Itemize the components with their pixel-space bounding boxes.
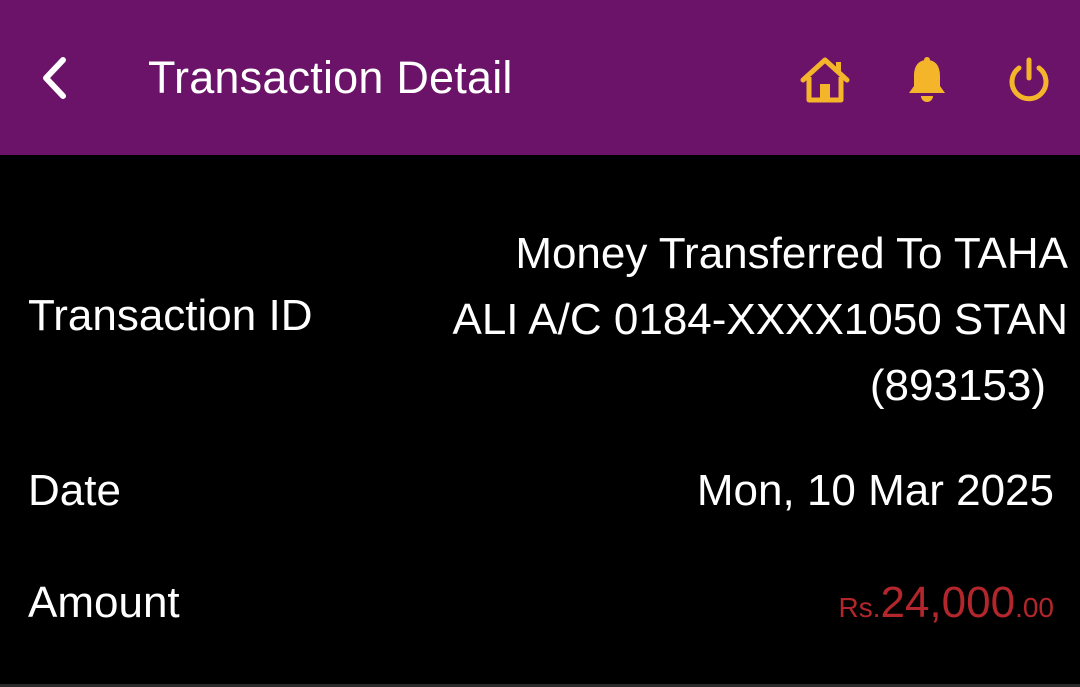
date-value: Mon, 10 Mar 2025 xyxy=(696,466,1054,515)
notifications-button[interactable] xyxy=(899,52,955,108)
transaction-id-value-line: ALI A/C 0184-XXXX1050 STAN xyxy=(452,295,1068,344)
date-label: Date xyxy=(28,466,121,515)
amount-label: Amount xyxy=(28,578,180,627)
bell-icon xyxy=(909,57,945,102)
logout-button[interactable] xyxy=(1001,52,1057,108)
page-title: Transaction Detail xyxy=(148,52,513,103)
transaction-id-value: Money Transferred To TAHA ALI A/C 0184-X… xyxy=(388,221,1068,419)
transaction-id-label: Transaction ID xyxy=(28,291,313,340)
amount-currency: Rs. xyxy=(838,592,881,623)
amount-value: Rs.24,000.00 xyxy=(838,571,1054,640)
amount-main: 24,000 xyxy=(880,578,1016,627)
amount-decimal: .00 xyxy=(1015,592,1054,623)
home-button[interactable] xyxy=(797,52,853,108)
chevron-left-icon xyxy=(43,57,66,99)
home-icon xyxy=(800,57,850,103)
back-button[interactable] xyxy=(30,52,78,104)
transaction-id-value-line: (893153) xyxy=(869,361,1046,410)
transaction-detail-panel: Transaction ID Money Transferred To TAHA… xyxy=(0,155,1080,687)
power-icon xyxy=(1009,57,1049,102)
app-header: Transaction Detail xyxy=(0,0,1080,155)
transaction-id-value-line: Money Transferred To TAHA xyxy=(515,229,1068,278)
